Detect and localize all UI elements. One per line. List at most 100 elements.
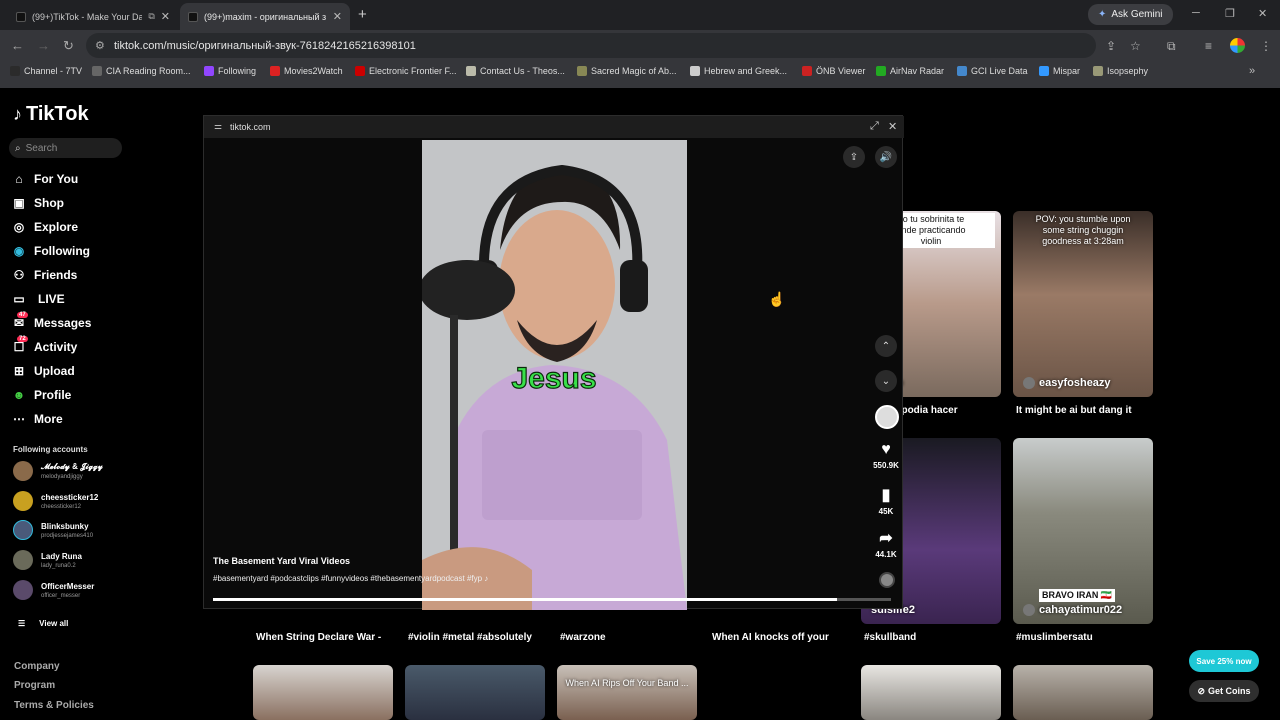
- forward-icon[interactable]: →: [37, 38, 50, 53]
- sidebar-item-profile[interactable]: ☻ Profile: [12, 383, 132, 407]
- friends-icon: ⚇: [13, 268, 25, 282]
- music-disc-icon[interactable]: [879, 572, 895, 588]
- back-icon[interactable]: ←: [11, 38, 24, 53]
- bookmark-item[interactable]: Movies2Watch: [270, 66, 343, 76]
- card-caption[interactable]: #violin #metal #absolutely: [408, 632, 532, 643]
- tiktok-logo[interactable]: ♪ TikTok: [13, 103, 89, 126]
- footer-link-program[interactable]: Program: [14, 680, 55, 691]
- tab-tiktok-home[interactable]: (99+)TikTok - Make Your Da ⧉ ✕: [8, 3, 178, 30]
- bookmark-item[interactable]: Isopsephy: [1093, 66, 1148, 76]
- pip-title-bar[interactable]: ⚌ tiktok.com ⤢ ✕: [204, 116, 904, 138]
- bookmark-item[interactable]: Channel - 7TV: [10, 66, 82, 76]
- card-caption[interactable]: #warzone: [560, 632, 606, 643]
- extensions-icon[interactable]: ⧉: [1167, 39, 1176, 54]
- sidebar-item-explore[interactable]: ◎ Explore: [12, 215, 132, 239]
- close-tab-icon[interactable]: ✕: [161, 10, 170, 23]
- sidebar-item-following[interactable]: ◉ Following: [12, 239, 132, 263]
- video-progress-bar[interactable]: [213, 598, 891, 601]
- close-tab-icon[interactable]: ✕: [333, 10, 342, 23]
- bookmark-item[interactable]: Following: [204, 66, 256, 76]
- bookmark-item[interactable]: ÖNB Viewer: [802, 66, 865, 76]
- logo-text: TikTok: [26, 103, 89, 125]
- sidebar-item-for-you[interactable]: ⌂ For You: [12, 167, 132, 191]
- reload-icon[interactable]: ↻: [63, 38, 74, 54]
- profile-avatar-icon[interactable]: [1230, 38, 1245, 53]
- volume-icon[interactable]: 🔊: [875, 146, 897, 168]
- share-upload-icon[interactable]: ⇪: [843, 146, 865, 168]
- card-caption[interactable]: It might be ai but dang it: [1016, 405, 1132, 416]
- sidebar-item-live[interactable]: ▭ LIVE: [12, 287, 132, 311]
- ask-gemini-button[interactable]: ✦ Ask Gemini: [1088, 4, 1173, 25]
- install-app-icon[interactable]: ⇪: [1106, 39, 1116, 53]
- menu-kebab-icon[interactable]: ⋮: [1260, 39, 1272, 53]
- video-card[interactable]: [1013, 665, 1153, 720]
- sidebar-item-messages[interactable]: ✉ 47 Messages: [12, 311, 132, 335]
- bookmark-item[interactable]: Electronic Frontier F...: [355, 66, 457, 76]
- sidebar-item-friends[interactable]: ⚇ Friends: [12, 263, 132, 287]
- share-button[interactable]: ➦ 44.1K: [868, 528, 904, 559]
- creator-avatar[interactable]: [875, 405, 899, 429]
- restore-icon[interactable]: ❐: [1225, 7, 1235, 20]
- back-to-tab-icon[interactable]: ⤢: [870, 120, 879, 133]
- bookmark-item[interactable]: Mispar: [1039, 66, 1080, 76]
- sidebar-nav: ⌂ For You ▣ Shop ◎ Explore ◉ Following ⚇ Frie…: [12, 167, 132, 431]
- media-control-icon[interactable]: ≡: [1205, 39, 1212, 53]
- bookmark-label: Sacred Magic of Ab...: [591, 66, 677, 76]
- following-account[interactable]: 𝓜𝓮𝓵𝓸𝓭𝔂 & 𝓙𝓲𝓰𝓰𝔂 melodyandjiggy: [13, 458, 133, 484]
- like-count: 550.9K: [873, 461, 899, 470]
- footer-link-terms[interactable]: Terms & Policies: [14, 700, 94, 711]
- minimize-icon[interactable]: ─: [1192, 7, 1200, 19]
- chevron-up-icon[interactable]: ⌃: [875, 335, 897, 357]
- video-title[interactable]: The Basement Yard Viral Videos: [213, 556, 350, 566]
- bookmark-item[interactable]: CIA Reading Room...: [92, 66, 191, 76]
- tab-maxim-sound[interactable]: (99+)maxim - оригинальный з ✕: [180, 3, 350, 30]
- view-all-button[interactable]: ☰ View all: [18, 619, 68, 628]
- bookmark-favicon-icon: [876, 66, 886, 76]
- save-button[interactable]: ▮ 45K: [868, 485, 904, 516]
- following-account[interactable]: OfficerMesser officer_messer: [13, 577, 133, 603]
- sidebar-item-shop[interactable]: ▣ Shop: [12, 191, 132, 215]
- tune-icon[interactable]: ⚌: [214, 121, 222, 132]
- sidebar-item-more[interactable]: ⋯ More: [12, 407, 132, 431]
- close-pip-icon[interactable]: ✕: [888, 120, 897, 133]
- following-account[interactable]: Lady Runa lady_runa0.2: [13, 547, 133, 573]
- video-card[interactable]: BRAVO IRAN 🇮🇷 cahayatimur022: [1013, 438, 1153, 624]
- picture-in-picture-window[interactable]: ⚌ tiktok.com ⤢ ✕ Jesus ⇪ 🔊 ⌃ ⌄ ♥ 550.9K …: [203, 115, 904, 610]
- video-card[interactable]: [861, 665, 1001, 720]
- video-card[interactable]: When AI Rips Off Your Band ...: [557, 665, 697, 720]
- new-tab-icon[interactable]: +: [358, 6, 367, 23]
- video-frame[interactable]: Jesus: [422, 140, 687, 610]
- video-card[interactable]: POV: you stumble upon some string chuggi…: [1013, 211, 1153, 397]
- more-bookmarks-icon[interactable]: »: [1249, 65, 1255, 77]
- sidebar-item-upload[interactable]: ⊞ Upload: [12, 359, 132, 383]
- bookmark-label: Movies2Watch: [284, 66, 343, 76]
- bookmark-label: CIA Reading Room...: [106, 66, 191, 76]
- get-coins-button[interactable]: ⊘ Get Coins: [1189, 680, 1259, 702]
- bookmark-item[interactable]: Hebrew and Greek...: [690, 66, 787, 76]
- video-card[interactable]: [405, 665, 545, 720]
- bookmark-star-icon[interactable]: ☆: [1130, 39, 1141, 53]
- bookmark-item[interactable]: Contact Us - Theos...: [466, 66, 565, 76]
- video-hashtags[interactable]: #basementyard #podcastclips #funnyvideos…: [213, 574, 543, 583]
- sidebar-item-activity[interactable]: ☐ 72 Activity: [12, 335, 132, 359]
- footer-link-company[interactable]: Company: [14, 661, 60, 672]
- like-button[interactable]: ♥ 550.9K: [868, 441, 904, 470]
- tiktok-note-icon: ♪: [13, 104, 22, 124]
- bookmark-item[interactable]: AirNav Radar: [876, 66, 944, 76]
- card-caption[interactable]: When String Declare War -: [256, 632, 381, 643]
- bookmark-item[interactable]: GCI Live Data: [957, 66, 1028, 76]
- card-caption[interactable]: When AI knocks off your: [712, 632, 829, 643]
- card-caption[interactable]: #skullband: [864, 632, 916, 643]
- video-card[interactable]: [253, 665, 393, 720]
- chevron-down-icon[interactable]: ⌄: [875, 370, 897, 392]
- site-info-icon[interactable]: ⚙: [95, 39, 105, 52]
- card-caption[interactable]: #muslimbersatu: [1016, 632, 1093, 643]
- address-bar[interactable]: ⚙ tiktok.com/music/оригинальный-звук-761…: [86, 33, 1096, 58]
- search-input[interactable]: ⌕ Search: [9, 138, 122, 158]
- bookmark-item[interactable]: Sacred Magic of Ab...: [577, 66, 677, 76]
- coin-icon: ⊘: [1197, 685, 1206, 696]
- following-account[interactable]: Blinksbunky prodjessejames410: [13, 517, 133, 543]
- close-window-icon[interactable]: ✕: [1258, 7, 1267, 20]
- following-account[interactable]: cheessticker12 cheessticker12: [13, 488, 133, 514]
- save-25-promo-button[interactable]: Save 25% now: [1189, 650, 1259, 672]
